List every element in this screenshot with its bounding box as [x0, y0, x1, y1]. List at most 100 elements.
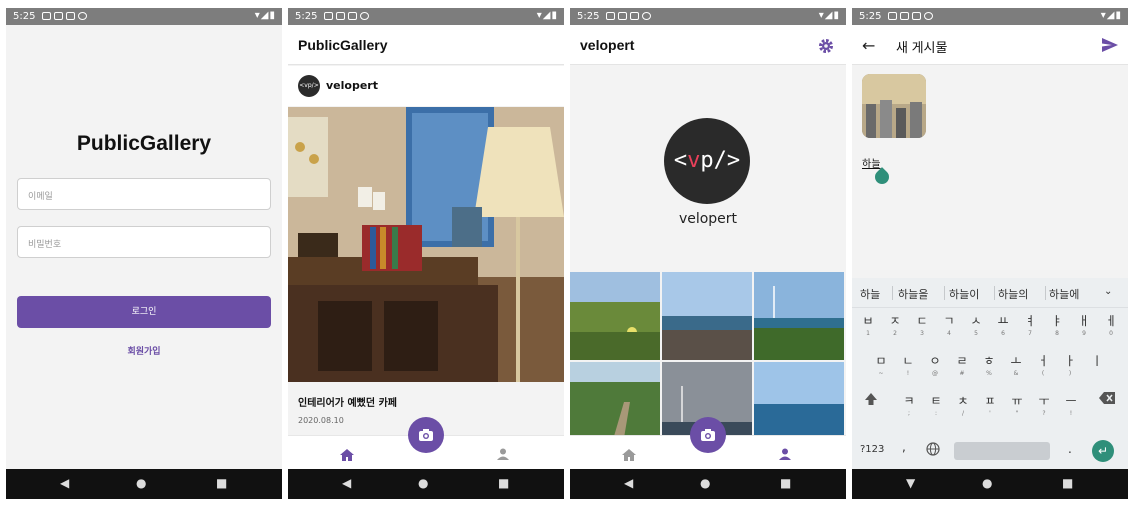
suggestion-bar: 하늘 하늘을 하늘이 하늘의 하늘에 ⌄: [852, 278, 1128, 308]
tab-home-icon[interactable]: [622, 446, 636, 465]
compose-screen: 5:25 ▾◢▮ ← 새 게시물 하늘 하늘 하늘을 하늘이 하늘의 하늘에 ⌄…: [852, 8, 1128, 499]
status-time: 5:25: [13, 11, 36, 22]
key[interactable]: ㅛ6: [992, 312, 1014, 340]
key[interactable]: ㅁ ~: [870, 352, 892, 380]
suggestion-divider: [994, 286, 995, 300]
period-key[interactable]: .: [1068, 442, 1072, 456]
enter-key[interactable]: ↵: [1092, 440, 1114, 462]
description-input[interactable]: 하늘: [862, 155, 880, 170]
grid-photo[interactable]: [570, 272, 660, 360]
status-time: 5:25: [577, 11, 600, 22]
key[interactable]: ㅜ?: [1033, 392, 1055, 420]
key[interactable]: ㅇ @: [924, 352, 946, 380]
notification-icons: [42, 12, 90, 22]
nav-back-icon[interactable]: ◀: [342, 476, 351, 490]
avatar-text-suffix: />: [713, 148, 741, 173]
nav-recents-icon[interactable]: ■: [498, 476, 509, 490]
feed-screen: 5:25 ▾◢▮ PublicGallery <vp/> velopert 인테…: [288, 8, 564, 499]
system-nav-bar: ◀ ● ■: [570, 469, 846, 499]
nav-home-icon[interactable]: ●: [700, 476, 710, 490]
nav-home-icon[interactable]: ●: [982, 476, 992, 490]
notification-icons: [324, 12, 372, 22]
app-bar-title: PublicGallery: [298, 37, 388, 53]
nav-home-icon[interactable]: ●: [418, 476, 428, 490]
key[interactable]: ㅔ0: [1100, 312, 1122, 340]
globe-icon[interactable]: [926, 442, 940, 459]
nav-home-icon[interactable]: ●: [136, 476, 146, 490]
profile-avatar[interactable]: <vp/>: [664, 118, 750, 204]
suggestion-divider: [1045, 286, 1046, 300]
suggestion-item[interactable]: 하늘: [860, 286, 880, 302]
key[interactable]: ㅓ(: [1032, 352, 1054, 380]
backspace-key[interactable]: [1096, 392, 1118, 420]
key[interactable]: ㄱ4: [938, 312, 960, 340]
key[interactable]: ㄹ #: [951, 352, 973, 380]
camera-button[interactable]: [690, 417, 726, 453]
korean-keyboard: 하늘 하늘을 하늘이 하늘의 하늘에 ⌄ ㅂ1 ㅈ2 ㄷ3 ㄱ4 ㅅ5 ㅛ6 ㅕ…: [852, 278, 1128, 469]
gear-icon[interactable]: [818, 38, 834, 58]
key[interactable]: ㅏ): [1059, 352, 1081, 380]
suggestion-item[interactable]: 하늘에: [1049, 286, 1079, 302]
post-date: 2020.08.10: [298, 416, 344, 425]
avatar[interactable]: <vp/>: [298, 75, 320, 97]
tab-profile-icon[interactable]: [497, 445, 509, 464]
key[interactable]: ㅈ2: [884, 312, 906, 340]
system-nav-bar: ▼ ● ■: [852, 469, 1128, 499]
nav-back-icon[interactable]: ◀: [624, 476, 633, 490]
signup-link[interactable]: 회원가입: [6, 344, 282, 357]
password-field[interactable]: 비밀번호: [17, 226, 271, 258]
key[interactable]: ㅑ8: [1046, 312, 1068, 340]
nav-hide-keyboard-icon[interactable]: ▼: [906, 476, 915, 490]
back-arrow-icon[interactable]: ←: [862, 36, 875, 55]
camera-icon: [419, 429, 433, 441]
key[interactable]: ㅠ ": [1006, 392, 1028, 420]
text-cursor-handle[interactable]: [872, 167, 892, 187]
key[interactable]: ㄴ!: [897, 352, 919, 380]
nav-recents-icon[interactable]: ■: [216, 476, 227, 490]
symbols-key[interactable]: ?123: [860, 444, 884, 455]
shift-key[interactable]: [860, 392, 882, 420]
post-header[interactable]: <vp/> velopert: [288, 66, 564, 106]
post-username[interactable]: velopert: [326, 79, 378, 92]
login-button[interactable]: 로그인: [17, 296, 271, 328]
key[interactable]: ㅅ5: [965, 312, 987, 340]
status-bar: 5:25 ▾◢▮: [852, 8, 1128, 25]
send-icon[interactable]: [1102, 37, 1118, 56]
tab-home-icon[interactable]: [340, 446, 354, 465]
key[interactable]: ㅍ ': [979, 392, 1001, 420]
chevron-down-icon[interactable]: ⌄: [1104, 286, 1112, 297]
key[interactable]: ㅣ: [1086, 352, 1108, 380]
app-bar-title: 새 게시물: [896, 40, 948, 55]
profile-name: velopert: [678, 211, 738, 227]
email-field[interactable]: 이메일: [17, 178, 271, 210]
tab-profile-icon[interactable]: [779, 445, 791, 464]
comma-key[interactable]: ,: [902, 440, 906, 454]
nav-back-icon[interactable]: ◀: [60, 476, 69, 490]
nav-recents-icon[interactable]: ■: [1062, 476, 1073, 490]
space-key[interactable]: [954, 442, 1050, 460]
suggestion-item[interactable]: 하늘의: [998, 286, 1028, 302]
key[interactable]: ㅕ7: [1019, 312, 1041, 340]
nav-recents-icon[interactable]: ■: [780, 476, 791, 490]
suggestion-item[interactable]: 하늘이: [949, 286, 979, 302]
key[interactable]: ㅡ!: [1060, 392, 1082, 420]
status-bar: 5:25 ▾◢▮: [570, 8, 846, 25]
suggestion-item[interactable]: 하늘을: [898, 286, 928, 302]
post-description: 인테리어가 예뻤던 카페: [298, 398, 397, 409]
key[interactable]: ㅌ:: [925, 392, 947, 420]
key[interactable]: ㅂ1: [857, 312, 879, 340]
system-nav-bar: ◀ ● ■: [288, 469, 564, 499]
key[interactable]: ㅗ &: [1005, 352, 1027, 380]
status-icons: ▾◢▮: [1100, 10, 1122, 21]
key[interactable]: ㅋ;: [898, 392, 920, 420]
key[interactable]: ㅊ /: [952, 392, 974, 420]
grid-photo[interactable]: [754, 272, 844, 360]
avatar-text-p: p: [700, 148, 714, 173]
camera-button[interactable]: [408, 417, 444, 453]
notification-icons: [888, 12, 936, 22]
key[interactable]: ㅎ%: [978, 352, 1000, 380]
selected-photo-thumbnail[interactable]: [862, 74, 926, 138]
key[interactable]: ㄷ3: [911, 312, 933, 340]
grid-photo[interactable]: [662, 272, 752, 360]
key[interactable]: ㅐ9: [1073, 312, 1095, 340]
